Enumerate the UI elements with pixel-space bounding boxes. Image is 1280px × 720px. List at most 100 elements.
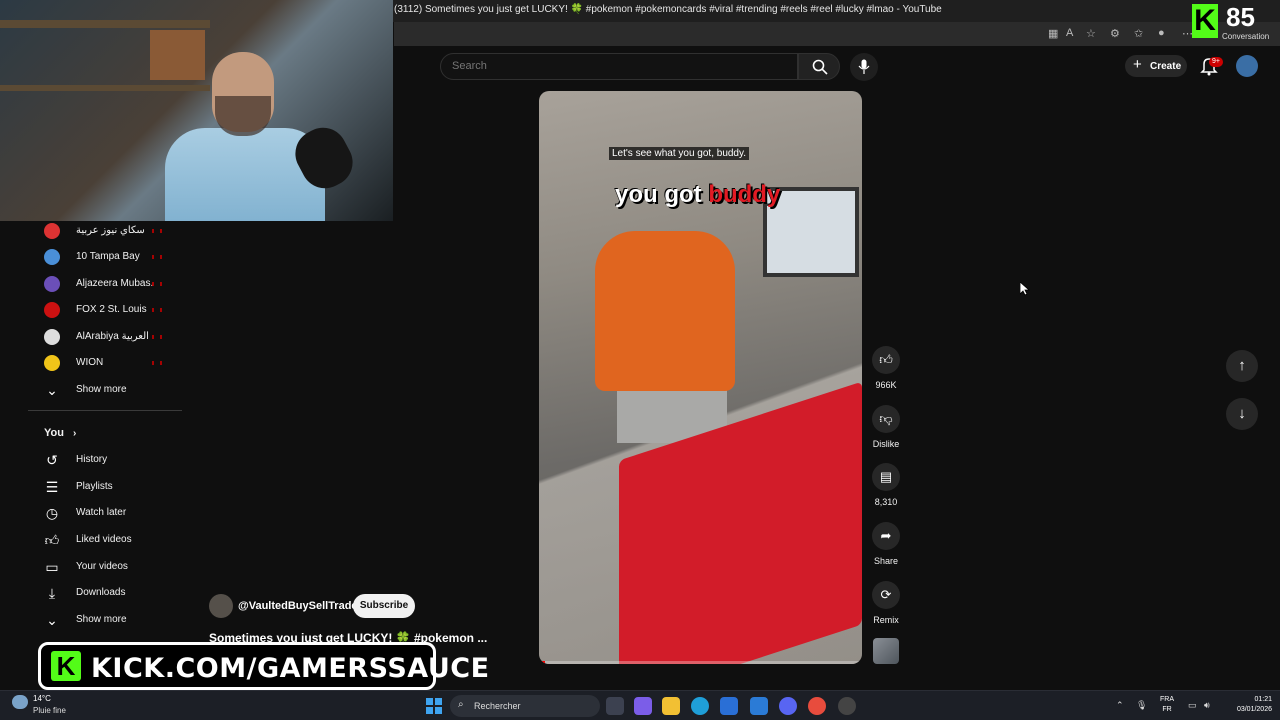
favorite-star-icon[interactable]: ☆	[1086, 27, 1096, 40]
search-input[interactable]	[452, 60, 782, 72]
like-button[interactable]: 👍︎ 966K	[872, 346, 900, 390]
apps-icon[interactable]: ▦	[1048, 27, 1058, 40]
taskbar-search[interactable]: ⌕ Rechercher	[450, 695, 600, 717]
sound-thumbnail[interactable]	[873, 638, 899, 664]
weather-icon[interactable]	[12, 695, 28, 709]
obs-icon[interactable]	[838, 697, 856, 715]
your-videos-icon: ▭	[45, 559, 59, 575]
subscribe-button[interactable]: Subscribe	[353, 594, 415, 618]
outlook-icon[interactable]	[750, 697, 768, 715]
video-progress-bar[interactable]	[539, 661, 862, 664]
channel-avatar[interactable]	[209, 594, 233, 618]
kick-logo-icon: K	[1192, 4, 1218, 38]
dislike-button[interactable]: 👎︎ Dislike	[872, 405, 900, 449]
channel-name: WION	[76, 357, 104, 368]
watch-later-icon: ◷	[45, 505, 59, 521]
you-section-header[interactable]: You ›	[44, 427, 76, 439]
sidebar-subscription[interactable]: Aljazeera Mubas...	[28, 271, 182, 297]
channel-avatar	[44, 302, 60, 318]
thumbs-down-icon: 👎︎	[872, 405, 900, 433]
start-button[interactable]	[426, 698, 442, 714]
video-boy-shirt	[595, 231, 735, 391]
sidebar-item-label: Liked videos	[76, 534, 132, 545]
sidebar-item-downloads[interactable]: ⤓ Downloads	[28, 580, 182, 606]
translate-icon[interactable]: A	[1066, 27, 1073, 39]
remix-icon: ⟳	[872, 581, 900, 609]
channel-avatar	[44, 249, 60, 265]
remix-button[interactable]: ⟳ Remix	[872, 581, 900, 625]
file-explorer-icon[interactable]	[662, 697, 680, 715]
windows-taskbar: 14°C Pluie fine ⌕ Rechercher ⌃ 🎙︎ FRA FR…	[0, 690, 1280, 720]
sidebar-item-playlists[interactable]: ☰ Playlists	[28, 474, 182, 500]
sidebar-subscription[interactable]: WION	[28, 350, 182, 376]
browser-toolbar: ▦ A ☆ ⚙ ✩ ● ⋯	[394, 22, 1280, 46]
edge-browser-icon[interactable]	[691, 697, 709, 715]
clock-time: 01:21	[1254, 696, 1272, 703]
language-code: FRA	[1160, 696, 1174, 703]
voice-search-button[interactable]	[850, 53, 878, 81]
clock-date: 03/01/2026	[1236, 706, 1272, 713]
clock[interactable]: 01:21 03/01/2026	[1228, 695, 1272, 715]
sidebar-item-label: Downloads	[76, 587, 126, 598]
sidebar-item-watch-later[interactable]: ◷ Watch later	[28, 500, 182, 526]
sidebar-subscription[interactable]: FOX 2 St. Louis	[28, 297, 182, 323]
task-view-icon[interactable]	[606, 697, 624, 715]
chevron-down-icon: ⌄	[46, 612, 58, 628]
sidebar-item-label: Playlists	[76, 481, 113, 492]
create-label: Create	[1150, 61, 1182, 72]
show-more-label: Show more	[76, 384, 127, 395]
you-label: You	[44, 427, 64, 439]
chrome-icon[interactable]	[808, 697, 826, 715]
sidebar-subscription[interactable]: سكاي نيوز عربية	[28, 218, 182, 244]
like-icon: 👍︎	[44, 532, 60, 548]
channel-name: سكاي نيوز عربية	[76, 225, 145, 236]
search-box[interactable]	[440, 53, 798, 80]
history-icon: ↺	[46, 452, 58, 468]
show-more-subscriptions[interactable]: ⌄ Show more	[28, 377, 182, 403]
live-indicator-icon	[152, 229, 162, 233]
chevron-up-icon[interactable]: ⌃	[1116, 700, 1124, 711]
next-short-button[interactable]: ↓	[1226, 398, 1258, 430]
channel-name: FOX 2 St. Louis	[76, 304, 147, 315]
channel-avatar	[44, 223, 60, 239]
microphone-icon[interactable]: 🎙︎	[1136, 700, 1147, 711]
language-indicator[interactable]: FRA FR	[1160, 695, 1174, 715]
channel-avatar	[44, 276, 60, 292]
microphone-icon	[858, 59, 870, 74]
channel-handle[interactable]: @VaultedBuySellTrade	[238, 600, 358, 612]
live-indicator-icon	[152, 335, 162, 339]
profile-icon[interactable]: ●	[1158, 27, 1165, 39]
copilot-icon[interactable]	[634, 697, 652, 715]
kick-logo-icon: K	[51, 651, 81, 681]
kick-channel-url: KICK.COM/GAMERSSAUCE	[91, 653, 490, 684]
search-button[interactable]	[798, 53, 840, 80]
download-icon: ⤓	[48, 585, 56, 601]
extensions-icon[interactable]: ⚙	[1110, 27, 1120, 40]
sidebar-item-history[interactable]: ↺ History	[28, 447, 182, 473]
store-icon[interactable]	[720, 697, 738, 715]
short-video-player[interactable]: Let's see what you got, buddy. you got b…	[539, 91, 862, 664]
sidebar-divider	[28, 410, 182, 411]
viewer-count: 85	[1226, 2, 1255, 32]
video-big-caption: you got buddy	[615, 181, 780, 209]
network-icon[interactable]: ▭	[1188, 700, 1197, 711]
window-title: (3112) Sometimes you just get LUCKY! 🍀 #…	[394, 4, 942, 15]
kick-channel-banner: K KICK.COM/GAMERSSAUCE	[38, 642, 489, 690]
share-button[interactable]: ➦ Share	[872, 522, 900, 566]
previous-short-button[interactable]: ↑	[1226, 350, 1258, 382]
sidebar-item-liked-videos[interactable]: 👍︎ Liked videos	[28, 527, 182, 553]
comments-button[interactable]: ▤ 8,310	[872, 463, 900, 507]
discord-icon[interactable]	[779, 697, 797, 715]
sidebar: سكاي نيوز عربية 10 Tampa Bay Aljazeera M…	[28, 221, 182, 641]
volume-icon[interactable]: 🔊︎	[1204, 700, 1210, 711]
sidebar-item-your-videos[interactable]: ▭ Your videos	[28, 554, 182, 580]
sidebar-subscription[interactable]: AlArabiya العربية	[28, 324, 182, 350]
remix-label: Remix	[873, 615, 899, 625]
user-avatar[interactable]	[1236, 55, 1258, 77]
webcam-overlay	[0, 0, 393, 221]
create-button[interactable]: + Create	[1125, 55, 1187, 77]
video-progress-fill	[539, 661, 546, 664]
favorites-icon[interactable]: ✩	[1134, 27, 1143, 40]
show-more-you[interactable]: ⌄ Show more	[28, 607, 182, 633]
sidebar-subscription[interactable]: 10 Tampa Bay	[28, 244, 182, 270]
